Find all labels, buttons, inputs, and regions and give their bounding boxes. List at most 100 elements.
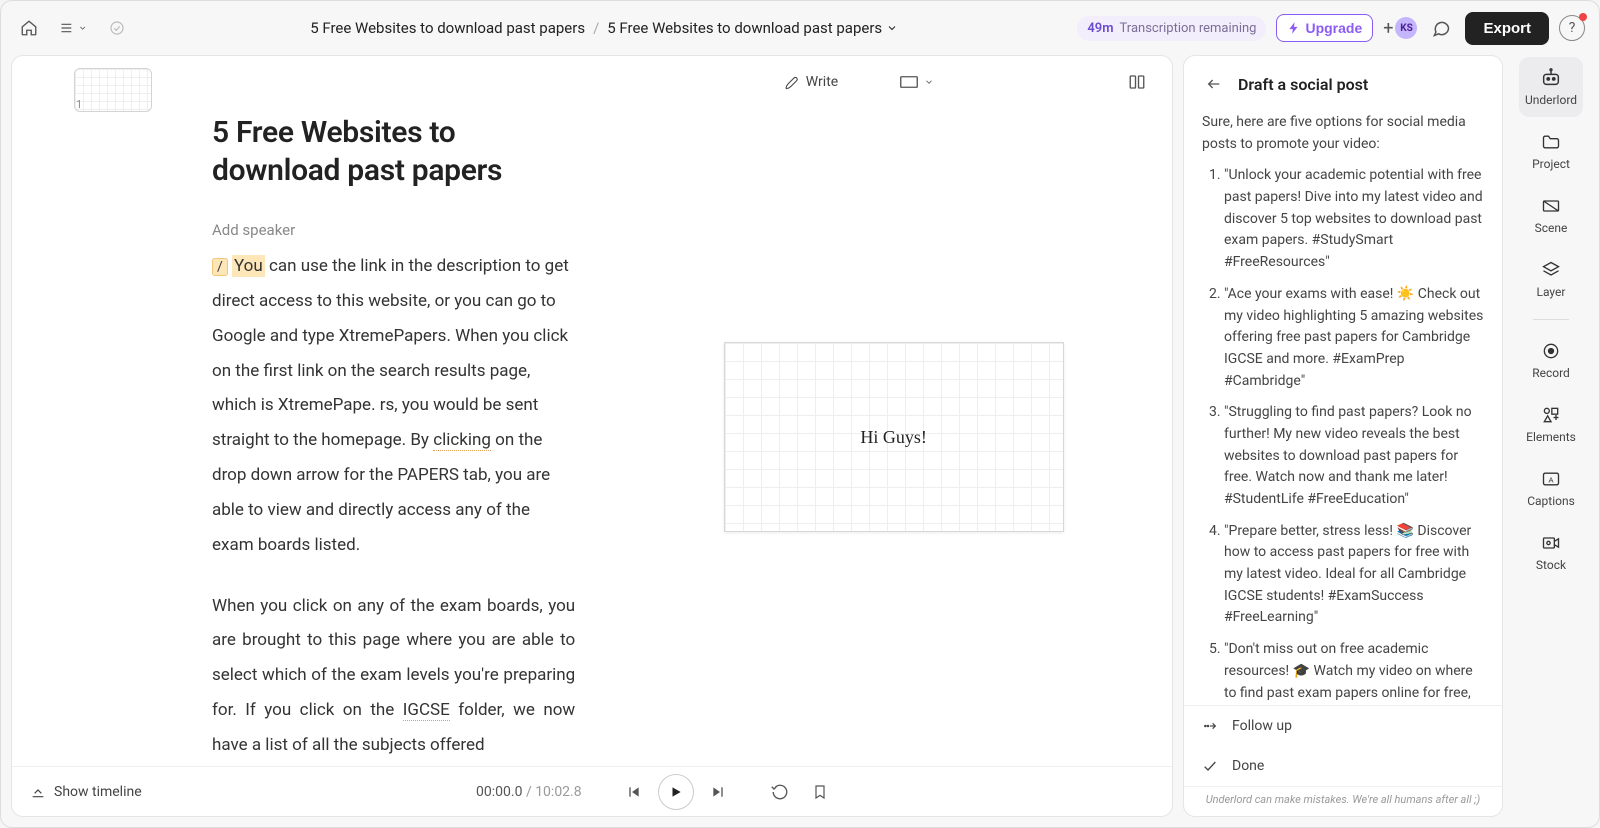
editor-card: 1 Write 5 Free Websites to do (11, 55, 1173, 817)
ai-panel: Draft a social post Sure, here are five … (1183, 55, 1503, 817)
chevron-down-icon (886, 22, 898, 34)
transcription-time: 49m (1087, 21, 1113, 36)
ai-intro: Sure, here are five options for social m… (1202, 112, 1484, 155)
chevron-down-icon (924, 77, 934, 87)
ai-done[interactable]: Done (1184, 746, 1502, 786)
rail-layer[interactable]: Layer (1519, 249, 1583, 309)
elements-icon (1540, 404, 1562, 426)
arrow-left-icon (1206, 76, 1222, 92)
skip-forward-icon (710, 784, 726, 800)
upgrade-button[interactable]: Upgrade (1276, 14, 1373, 42)
link-word-igcse[interactable]: IGCSE (403, 700, 450, 721)
captions-icon: A (1540, 468, 1562, 490)
right-rail: Underlord Project Scene Layer (1513, 55, 1589, 817)
rail-project-label: Project (1532, 157, 1570, 171)
ai-suggestion-3[interactable]: "Struggling to find past papers? Look no… (1224, 402, 1484, 510)
timecode: 00:00.0 / 10:02.8 (476, 784, 582, 800)
export-button[interactable]: Export (1465, 12, 1549, 45)
rail-scene[interactable]: Scene (1519, 185, 1583, 245)
bookmark-icon (812, 784, 828, 800)
ai-actions: Follow up Done (1184, 705, 1502, 786)
robot-icon (1540, 67, 1562, 89)
topbar: 5 Free Websites to download past papers … (1, 1, 1599, 55)
check-icon (1202, 758, 1218, 774)
loop-icon (771, 783, 789, 801)
loop-button[interactable] (766, 778, 794, 806)
chat-button[interactable] (1427, 14, 1455, 42)
link-word-clicking[interactable]: clicking (433, 430, 491, 451)
ai-panel-body[interactable]: Sure, here are five options for social m… (1184, 112, 1502, 705)
rail-project[interactable]: Project (1519, 121, 1583, 181)
highlight-word: You (232, 255, 265, 277)
ai-suggestion-4[interactable]: "Prepare better, stress less! 📚 Discover… (1224, 521, 1484, 629)
breadcrumb-current-label: 5 Free Websites to download past papers (607, 19, 882, 37)
layout-split-icon (1128, 73, 1146, 91)
highlight-slash: / (212, 258, 228, 276)
breadcrumb-current[interactable]: 5 Free Websites to download past papers (607, 19, 898, 37)
script-column[interactable]: 5 Free Websites to download past papers … (12, 108, 615, 766)
done-label: Done (1232, 758, 1264, 774)
page-thumbnail[interactable] (74, 68, 152, 112)
ai-back-button[interactable] (1200, 70, 1228, 98)
layer-icon (1540, 259, 1562, 281)
avatar: KS (1395, 17, 1417, 39)
play-button[interactable] (658, 774, 694, 810)
transcript[interactable]: / You can use the link in the descriptio… (212, 249, 575, 763)
write-label: Write (806, 74, 838, 90)
playback-bar: Show timeline 00:00.0 / 10:02.8 (12, 766, 1172, 816)
extra-playback-controls (766, 778, 834, 806)
ai-suggestion-1[interactable]: "Unlock your academic potential with fre… (1224, 165, 1484, 273)
menu-button[interactable] (59, 14, 87, 42)
aspect-ratio-button[interactable] (892, 70, 942, 94)
rail-stock[interactable]: Stock (1519, 522, 1583, 582)
rail-elements[interactable]: Elements (1519, 394, 1583, 454)
ai-suggestion-list: "Unlock your academic potential with fre… (1202, 165, 1484, 705)
topbar-right: 49m Transcription remaining Upgrade + KS… (1077, 12, 1585, 45)
sync-status[interactable] (103, 14, 131, 42)
play-controls (620, 774, 732, 810)
editor-toolbar: 1 Write (12, 56, 1172, 108)
skip-back-button[interactable] (620, 778, 648, 806)
show-timeline-label: Show timeline (54, 784, 142, 800)
play-icon (669, 785, 683, 799)
rail-captions-label: Captions (1527, 494, 1575, 508)
ai-suggestion-5[interactable]: "Don't miss out on free academic resourc… (1224, 639, 1484, 705)
rail-captions[interactable]: A Captions (1519, 458, 1583, 518)
topbar-left (15, 14, 131, 42)
breadcrumb: 5 Free Websites to download past papers … (141, 19, 1067, 37)
chevron-down-icon (78, 23, 87, 33)
follow-up-label: Follow up (1232, 718, 1292, 734)
skip-forward-button[interactable] (704, 778, 732, 806)
transcript-paragraph-2[interactable]: When you click on any of the exam boards… (212, 589, 575, 763)
write-button[interactable]: Write (774, 68, 848, 96)
follow-up-icon (1202, 718, 1218, 734)
add-speaker[interactable]: Add speaker (212, 221, 295, 239)
rail-stock-label: Stock (1536, 558, 1566, 572)
doc-title[interactable]: 5 Free Websites to download past papers (212, 114, 575, 189)
home-button[interactable] (15, 14, 43, 42)
layout-toggle[interactable] (1128, 73, 1156, 91)
ai-suggestion-2[interactable]: "Ace your exams with ease! ☀️ Check out … (1224, 284, 1484, 392)
rail-record-label: Record (1532, 366, 1570, 380)
scene-icon (1540, 195, 1562, 217)
lightning-icon (1287, 21, 1301, 35)
stock-icon (1540, 532, 1562, 554)
rail-record[interactable]: Record (1519, 330, 1583, 390)
editor-body: 5 Free Websites to download past papers … (12, 108, 1172, 766)
rail-underlord[interactable]: Underlord (1519, 57, 1583, 117)
breadcrumb-parent[interactable]: 5 Free Websites to download past papers (310, 19, 585, 37)
folder-icon (1540, 131, 1562, 153)
bookmark-button[interactable] (806, 778, 834, 806)
help-button[interactable]: ? (1559, 15, 1585, 41)
canvas-frame[interactable]: Hi Guys! (724, 342, 1064, 532)
expand-icon (30, 784, 46, 800)
skip-back-icon (626, 784, 642, 800)
show-timeline-button[interactable]: Show timeline (30, 784, 142, 800)
rail-layer-label: Layer (1537, 285, 1566, 299)
home-icon (20, 19, 38, 37)
current-time: 00:00.0 (476, 784, 522, 800)
ai-follow-up[interactable]: Follow up (1184, 706, 1502, 746)
transcription-remaining[interactable]: 49m Transcription remaining (1077, 16, 1266, 41)
invite-collaborator[interactable]: + KS (1383, 17, 1417, 39)
transcript-paragraph-1[interactable]: / You can use the link in the descriptio… (212, 249, 575, 563)
